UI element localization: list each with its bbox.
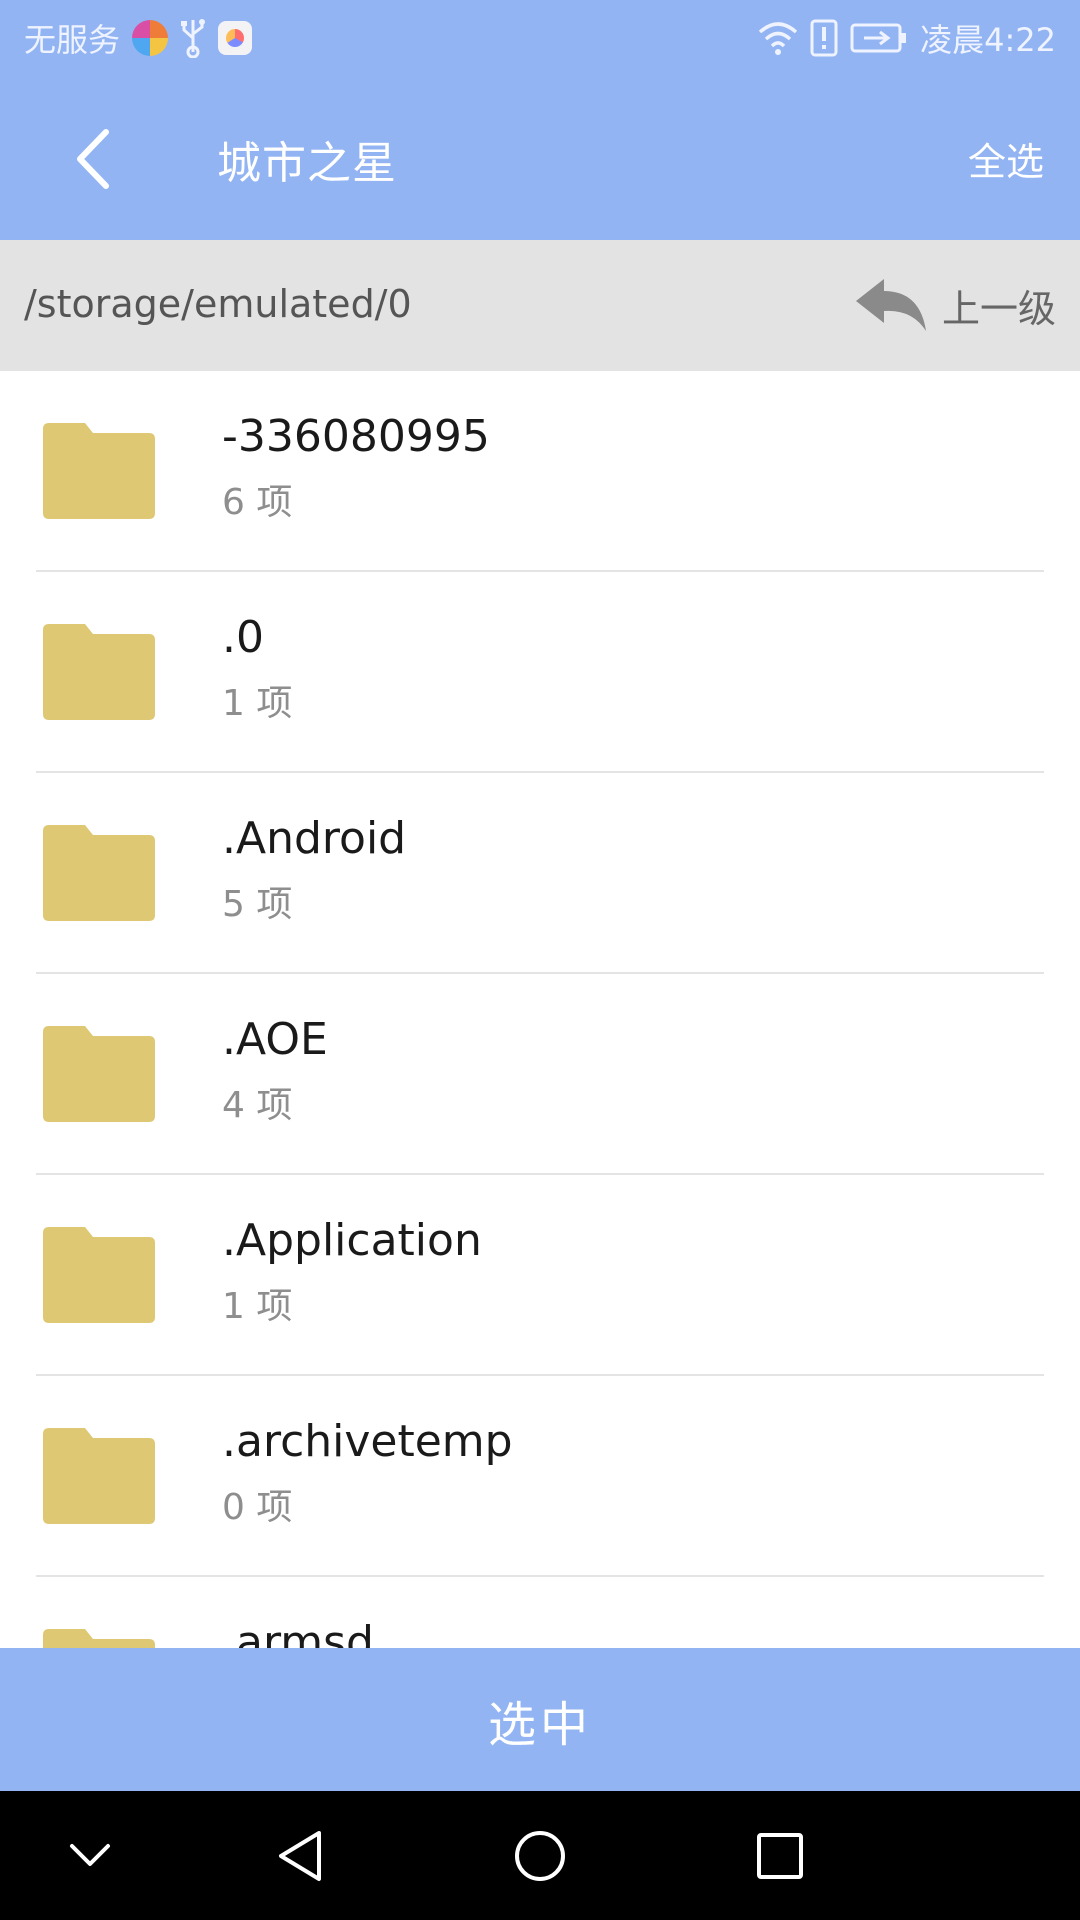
nav-home-button[interactable] xyxy=(495,1811,585,1901)
usb-icon xyxy=(181,19,206,58)
parent-folder-label: 上一级 xyxy=(941,286,1056,331)
folder-name: .Android xyxy=(222,813,407,864)
triangle-back-icon xyxy=(279,1831,321,1881)
list-item[interactable]: .armsd xyxy=(0,1577,1080,1648)
circle-home-icon xyxy=(515,1831,565,1881)
list-item[interactable]: .0 1 项 xyxy=(0,572,1080,773)
status-bar: 无服务 凌晨4:22 xyxy=(0,0,1080,75)
folder-icon xyxy=(43,825,155,921)
status-left: 无服务 xyxy=(24,16,253,60)
folder-item-count: 5 项 xyxy=(222,884,293,925)
folder-icon xyxy=(43,1629,155,1648)
folder-icon xyxy=(43,423,155,519)
path-bar: /storage/emulated/0 上一级 xyxy=(0,240,1080,371)
current-path: /storage/emulated/0 xyxy=(24,282,412,326)
square-recents-icon xyxy=(757,1833,803,1879)
chevron-down-icon xyxy=(70,1844,110,1866)
page-title: 城市之星 xyxy=(217,138,397,189)
back-button[interactable] xyxy=(52,119,132,199)
status-right: 凌晨4:22 xyxy=(758,16,1056,60)
folder-icon xyxy=(43,1428,155,1524)
folder-icon xyxy=(43,1026,155,1122)
list-item[interactable]: .archivetemp 0 项 xyxy=(0,1376,1080,1577)
clock-text: 凌晨4:22 xyxy=(920,21,1056,59)
folder-name: .Application xyxy=(222,1215,482,1266)
folder-item-count: 6 项 xyxy=(222,482,293,523)
list-item[interactable]: .Application 1 项 xyxy=(0,1175,1080,1376)
folder-icon xyxy=(43,624,155,720)
folder-list[interactable]: -336080995 6 项 .0 1 项 .Android 5 项 .AOE … xyxy=(0,371,1080,1648)
folder-name: -336080995 xyxy=(222,411,490,462)
folder-item-count: 0 项 xyxy=(222,1487,293,1528)
confirm-select-button[interactable]: 选中 xyxy=(0,1648,1080,1791)
list-item[interactable]: .AOE 4 项 xyxy=(0,974,1080,1175)
battery-charging-icon xyxy=(850,23,907,53)
folder-icon xyxy=(43,1227,155,1323)
folder-item-count: 1 项 xyxy=(222,683,293,724)
list-item[interactable]: -336080995 6 项 xyxy=(0,371,1080,572)
folder-name: .0 xyxy=(222,612,264,663)
app-icon xyxy=(218,21,253,55)
toolbar: 城市之星 全选 xyxy=(0,75,1080,240)
nav-back-button[interactable] xyxy=(255,1811,345,1901)
folder-name: .archivetemp xyxy=(222,1416,513,1467)
wifi-icon xyxy=(758,22,798,55)
folder-name: .AOE xyxy=(222,1014,328,1065)
nav-hide-button[interactable] xyxy=(45,1811,135,1901)
confirm-select-label: 选中 xyxy=(487,1696,592,1753)
parent-folder-button[interactable]: 上一级 xyxy=(854,270,1056,340)
system-nav-bar xyxy=(0,1791,1080,1920)
carrier-text: 无服务 xyxy=(24,21,121,59)
app-header: 无服务 凌晨4:22 城市之星 全选 xyxy=(0,0,1080,240)
back-arrow-icon xyxy=(77,129,109,189)
folder-item-count: 1 项 xyxy=(222,1286,293,1327)
nav-recents-button[interactable] xyxy=(735,1811,825,1901)
alert-icon xyxy=(810,19,838,57)
select-all-button[interactable]: 全选 xyxy=(968,131,1044,186)
folder-item-count: 4 项 xyxy=(222,1085,293,1126)
browser-app-icon xyxy=(132,20,169,56)
folder-name: .armsd xyxy=(222,1617,374,1648)
list-item[interactable]: .Android 5 项 xyxy=(0,773,1080,974)
reply-arrow-icon xyxy=(855,279,926,331)
